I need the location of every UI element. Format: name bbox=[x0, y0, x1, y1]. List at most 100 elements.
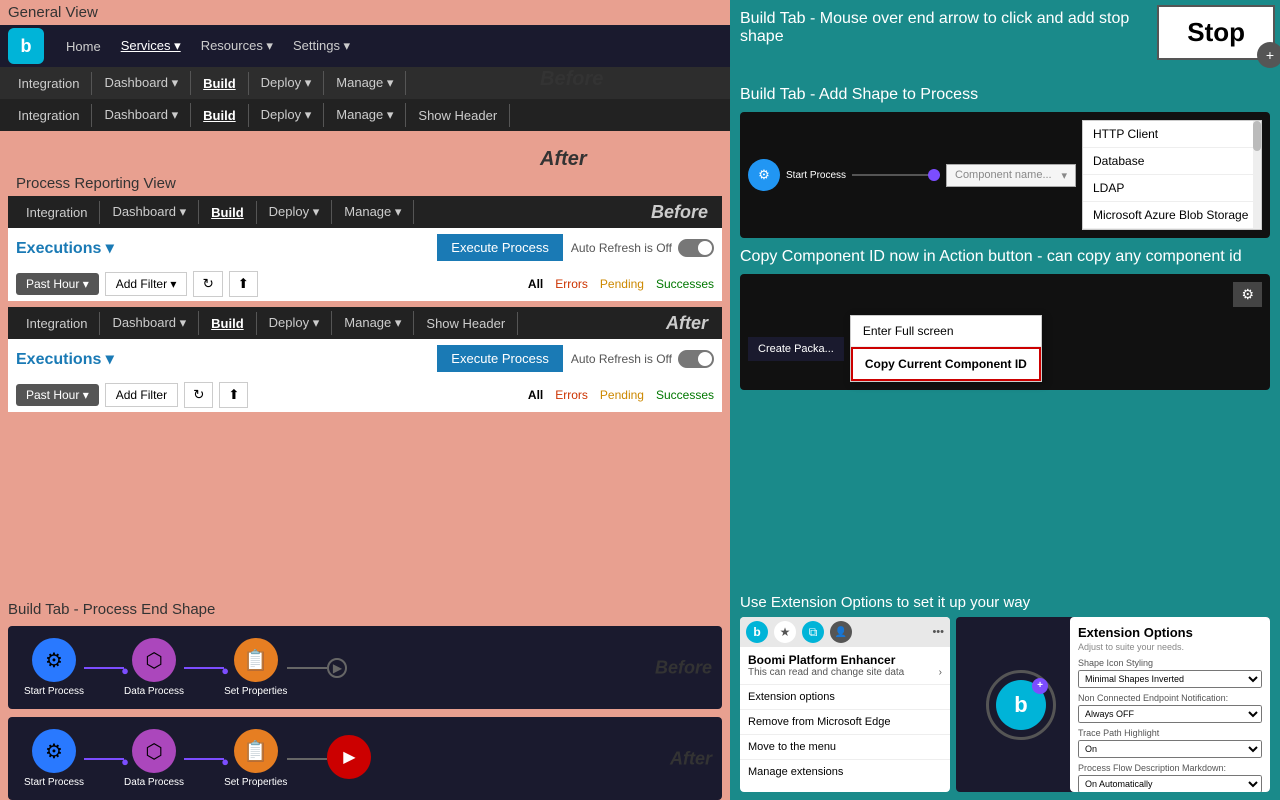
set-properties-shape-after: 📋 Set Properties bbox=[224, 729, 287, 788]
gear-button[interactable]: ⚙ bbox=[1233, 282, 1262, 307]
data-process-icon-after: ⬡ bbox=[132, 729, 176, 773]
set-properties-label-after: Set Properties bbox=[224, 777, 287, 788]
comp-http-client[interactable]: HTTP Client bbox=[1083, 121, 1261, 148]
ext-manage-item[interactable]: Manage extensions bbox=[740, 760, 950, 784]
component-placeholder: Component name... bbox=[955, 169, 1052, 181]
process-tab-after: Integration Dashboard ▾ Build Deploy ▾ M… bbox=[8, 307, 722, 339]
data-process-label-after: Data Process bbox=[124, 777, 184, 788]
proc-tab-manage-after[interactable]: Manage ▾ bbox=[332, 311, 414, 335]
filter-errors-before[interactable]: Errors bbox=[555, 277, 588, 291]
proc-tab-deploy-after[interactable]: Deploy ▾ bbox=[257, 311, 333, 335]
past-hour-btn-after[interactable]: Past Hour ▾ bbox=[16, 384, 99, 406]
executions-button-before[interactable]: Executions ▾ bbox=[16, 238, 114, 258]
ext-boomi-sub: This can read and change site data › bbox=[748, 667, 942, 678]
copy-component-title: Copy Component ID now in Action button -… bbox=[740, 248, 1270, 266]
nav-resources[interactable]: Resources ▾ bbox=[191, 32, 283, 60]
ext-boomi-sub-text: This can read and change site data bbox=[748, 667, 904, 678]
copy-component-id-menu-item[interactable]: Copy Current Component ID bbox=[851, 347, 1041, 381]
ext-more-icon[interactable]: ••• bbox=[932, 626, 944, 638]
filter-successes-before[interactable]: Successes bbox=[656, 277, 714, 291]
process-flow-after: ⚙ Start Process ● ⬡ Data Process ● 📋 Set… bbox=[8, 717, 722, 800]
ext-header: b ★ ⧉ 👤 ••• bbox=[740, 617, 950, 647]
opt-select-4[interactable]: On Automatically bbox=[1078, 775, 1262, 792]
ext-boomi-title: Boomi Platform Enhancer bbox=[748, 653, 942, 667]
add-filter-btn-after[interactable]: Add Filter bbox=[105, 383, 178, 407]
refresh-icon-btn-before[interactable]: ↻ bbox=[193, 271, 222, 297]
opt-select-1[interactable]: Minimal Shapes Inverted bbox=[1078, 670, 1262, 688]
start-label: Start Process bbox=[786, 170, 846, 181]
tab-integration-before[interactable]: Integration bbox=[6, 72, 92, 95]
opt-label-2: Non Connected Endpoint Notification: bbox=[1078, 693, 1262, 703]
execute-process-btn-after[interactable]: Execute Process bbox=[437, 345, 563, 372]
flow-before-label: Before bbox=[655, 657, 712, 678]
filter-all-after[interactable]: All bbox=[528, 388, 543, 402]
comp-azure-blob[interactable]: Microsoft Azure Blob Storage bbox=[1083, 202, 1261, 229]
tab-manage-after[interactable]: Manage ▾ bbox=[324, 103, 406, 127]
ext-menu-screenshot: b ★ ⧉ 👤 ••• Boomi Platform Enhancer This… bbox=[740, 617, 950, 792]
filter-all-before[interactable]: All bbox=[528, 277, 543, 291]
ext-remove-item[interactable]: Remove from Microsoft Edge bbox=[740, 710, 950, 735]
shape-row: ⚙ Start Process Component name... ▾ HTTP… bbox=[748, 120, 1262, 230]
proc-tab-build-after[interactable]: Build bbox=[199, 312, 257, 335]
past-hour-btn-before[interactable]: Past Hour ▾ bbox=[16, 273, 99, 295]
comp-ldap[interactable]: LDAP bbox=[1083, 175, 1261, 202]
add-filter-btn-before[interactable]: Add Filter ▾ bbox=[105, 272, 188, 296]
filter-tabs-before: All Errors Pending Successes bbox=[528, 277, 714, 291]
data-process-label-before: Data Process bbox=[124, 686, 184, 697]
tab-build-before[interactable]: Build bbox=[191, 72, 249, 95]
proc-tab-integration-before[interactable]: Integration bbox=[14, 201, 100, 224]
export-icon-btn-before[interactable]: ⬆ bbox=[229, 271, 258, 297]
opt-select-3[interactable]: On bbox=[1078, 740, 1262, 758]
build-process-title: Build Tab - Process End Shape bbox=[8, 601, 722, 618]
process-after-area: Integration Dashboard ▾ Build Deploy ▾ M… bbox=[8, 307, 722, 412]
add-shape-area: ⚙ Start Process Component name... ▾ HTTP… bbox=[740, 112, 1270, 238]
nav-settings[interactable]: Settings ▾ bbox=[283, 32, 360, 60]
nav-home[interactable]: Home bbox=[56, 33, 111, 60]
tab-dashboard-after[interactable]: Dashboard ▾ bbox=[92, 103, 191, 127]
nav-services[interactable]: Services ▾ bbox=[111, 32, 191, 60]
ext-move-item[interactable]: Move to the menu bbox=[740, 735, 950, 760]
proc-tab-dashboard-after[interactable]: Dashboard ▾ bbox=[100, 311, 199, 335]
tab-integration-after[interactable]: Integration bbox=[6, 104, 92, 127]
flow-before-wrapper: ⚙ Start Process ● ⬡ Data Process ● 📋 bbox=[8, 626, 722, 709]
execute-process-btn-before[interactable]: Execute Process bbox=[437, 234, 563, 261]
filter-successes-after[interactable]: Successes bbox=[656, 388, 714, 402]
executions-button-after[interactable]: Executions ▾ bbox=[16, 349, 114, 369]
filter-errors-after[interactable]: Errors bbox=[555, 388, 588, 402]
tab-build-after[interactable]: Build bbox=[191, 104, 249, 127]
proc-tab-manage-before[interactable]: Manage ▾ bbox=[332, 200, 414, 224]
filter-pending-after[interactable]: Pending bbox=[600, 388, 644, 402]
scrollbar[interactable] bbox=[1253, 121, 1261, 229]
export-icon-btn-after[interactable]: ⬆ bbox=[219, 382, 248, 408]
component-dropdown[interactable]: Component name... ▾ bbox=[946, 164, 1076, 187]
proc-tab-show-header-after[interactable]: Show Header bbox=[414, 312, 518, 335]
start-shape-icon: ⚙ bbox=[748, 159, 780, 191]
proc-tab-integration-after[interactable]: Integration bbox=[14, 312, 100, 335]
build-stop-title: Build Tab - Mouse over end arrow to clic… bbox=[740, 10, 1150, 46]
toggle-after[interactable] bbox=[678, 350, 714, 368]
proc-tab-build-before[interactable]: Build bbox=[199, 201, 257, 224]
boomi-logo-outer: b + bbox=[986, 670, 1056, 740]
enter-fullscreen-menu-item[interactable]: Enter Full screen bbox=[851, 316, 1041, 347]
add-shape-section: Build Tab - Add Shape to Process ⚙ Start… bbox=[740, 86, 1270, 238]
tab-dashboard-before[interactable]: Dashboard ▾ bbox=[92, 71, 191, 95]
opt-select-2[interactable]: Always OFF bbox=[1078, 705, 1262, 723]
component-dropdown-wrapper[interactable]: Component name... ▾ bbox=[946, 164, 1076, 187]
stop-button[interactable]: Stop bbox=[1159, 7, 1273, 58]
process-tab-before: Integration Dashboard ▾ Build Deploy ▾ M… bbox=[8, 196, 722, 228]
create-package-btn[interactable]: Create Packa... bbox=[748, 337, 844, 361]
toggle-before[interactable] bbox=[678, 239, 714, 257]
tab-deploy-after[interactable]: Deploy ▾ bbox=[249, 103, 325, 127]
tab-show-header[interactable]: Show Header bbox=[406, 104, 510, 127]
copy-component-section: Copy Component ID now in Action button -… bbox=[740, 248, 1270, 390]
connector-dot bbox=[928, 169, 940, 181]
refresh-icon-btn-after[interactable]: ↻ bbox=[184, 382, 213, 408]
tab-deploy-before[interactable]: Deploy ▾ bbox=[249, 71, 325, 95]
comp-database[interactable]: Database bbox=[1083, 148, 1261, 175]
filter-pending-before[interactable]: Pending bbox=[600, 277, 644, 291]
ext-options-item[interactable]: Extension options bbox=[740, 685, 950, 710]
proc-tab-deploy-before[interactable]: Deploy ▾ bbox=[257, 200, 333, 224]
start-process-label-after: Start Process bbox=[24, 777, 84, 788]
tab-manage-before[interactable]: Manage ▾ bbox=[324, 71, 406, 95]
proc-tab-dashboard-before[interactable]: Dashboard ▾ bbox=[100, 200, 199, 224]
